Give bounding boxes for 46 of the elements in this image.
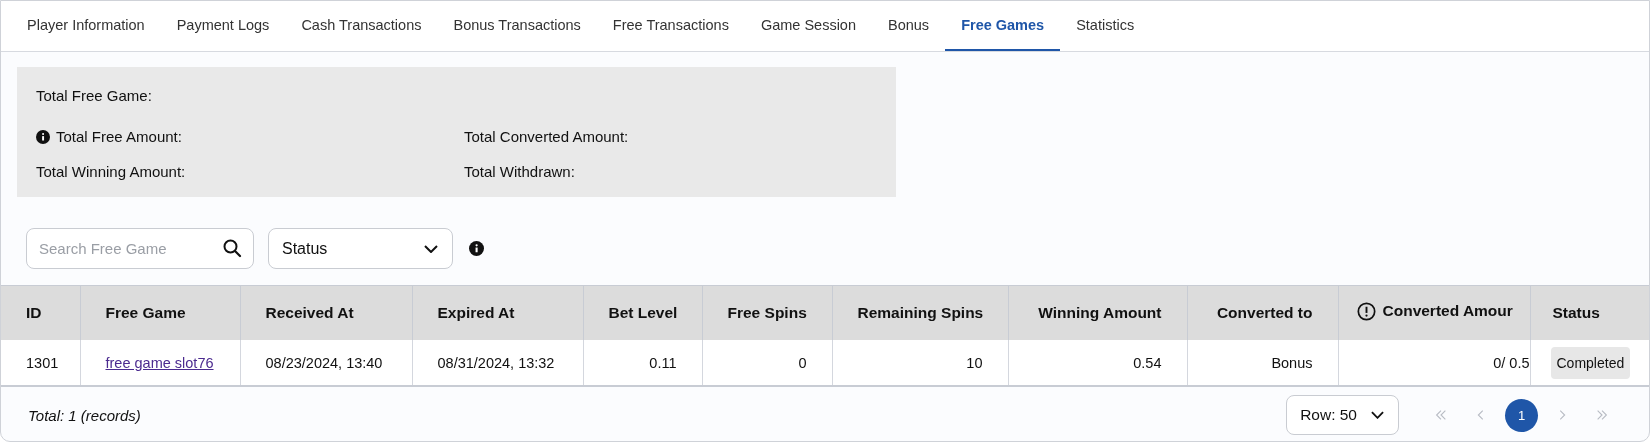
chevron-down-icon	[424, 244, 438, 253]
column-label: Converted Amour	[1382, 302, 1513, 320]
table-cell: 08/31/2024, 13:32	[412, 340, 583, 386]
total-records: Total: 1 (records)	[28, 406, 141, 424]
double-chevron-left-icon	[1434, 408, 1448, 422]
table-cell: 10	[832, 340, 1008, 386]
summary-label: Total Free Game:	[36, 87, 152, 104]
column-header: ID	[1, 285, 80, 340]
rows-per-page-dropdown[interactable]: Row: 50	[1286, 395, 1399, 435]
column-header: Free Game	[80, 285, 240, 340]
tab[interactable]: Free Transactions	[596, 1, 745, 51]
table-cell: 0	[702, 340, 832, 386]
status-dropdown[interactable]: Status	[268, 228, 453, 269]
tab[interactable]: Bonus	[872, 1, 946, 51]
column-header: Expired At	[412, 285, 583, 340]
status-badge: Completed	[1550, 346, 1631, 379]
double-chevron-right-icon	[1595, 408, 1609, 422]
summary-label: Total Free Amount:	[56, 128, 182, 145]
column-header: Bet Level	[583, 285, 702, 340]
info-icon	[469, 241, 484, 256]
tab[interactable]: Player Information	[11, 1, 161, 51]
table-cell: 0.11	[583, 340, 702, 386]
search-icon	[222, 238, 242, 258]
table-cell: Bonus	[1187, 340, 1338, 386]
tab[interactable]: Cash Transactions	[285, 1, 438, 51]
table-cell: 0.54	[1008, 340, 1187, 386]
column-header: Converted to	[1187, 285, 1338, 340]
tab[interactable]: Free Games	[945, 1, 1061, 51]
table-cell: 0/ 0.5	[1338, 340, 1530, 386]
chevron-down-icon	[1371, 411, 1384, 419]
tab[interactable]: Statistics	[1060, 1, 1151, 51]
tab[interactable]: Payment Logs	[160, 1, 286, 51]
column-header: Received At	[240, 285, 412, 340]
column-header: Status	[1530, 285, 1649, 340]
column-header: Winning Amount	[1008, 285, 1187, 340]
summary-label: Total Withdrawn:	[464, 163, 575, 180]
table-cell: 08/23/2024, 13:40	[240, 340, 412, 386]
summary-label: Total Winning Amount:	[36, 163, 186, 180]
tab[interactable]: Game Session	[744, 1, 872, 51]
column-header: Free Spins	[702, 285, 832, 340]
search-field[interactable]: Search Free Game	[26, 228, 254, 269]
table-cell: 1301	[1, 340, 80, 386]
column-header: Remaining Spins	[832, 285, 1008, 340]
page-button[interactable]: 1	[1505, 398, 1538, 432]
tab[interactable]: Bonus Transactions	[437, 1, 597, 51]
summary-label: Total Converted Amount:	[464, 128, 629, 145]
